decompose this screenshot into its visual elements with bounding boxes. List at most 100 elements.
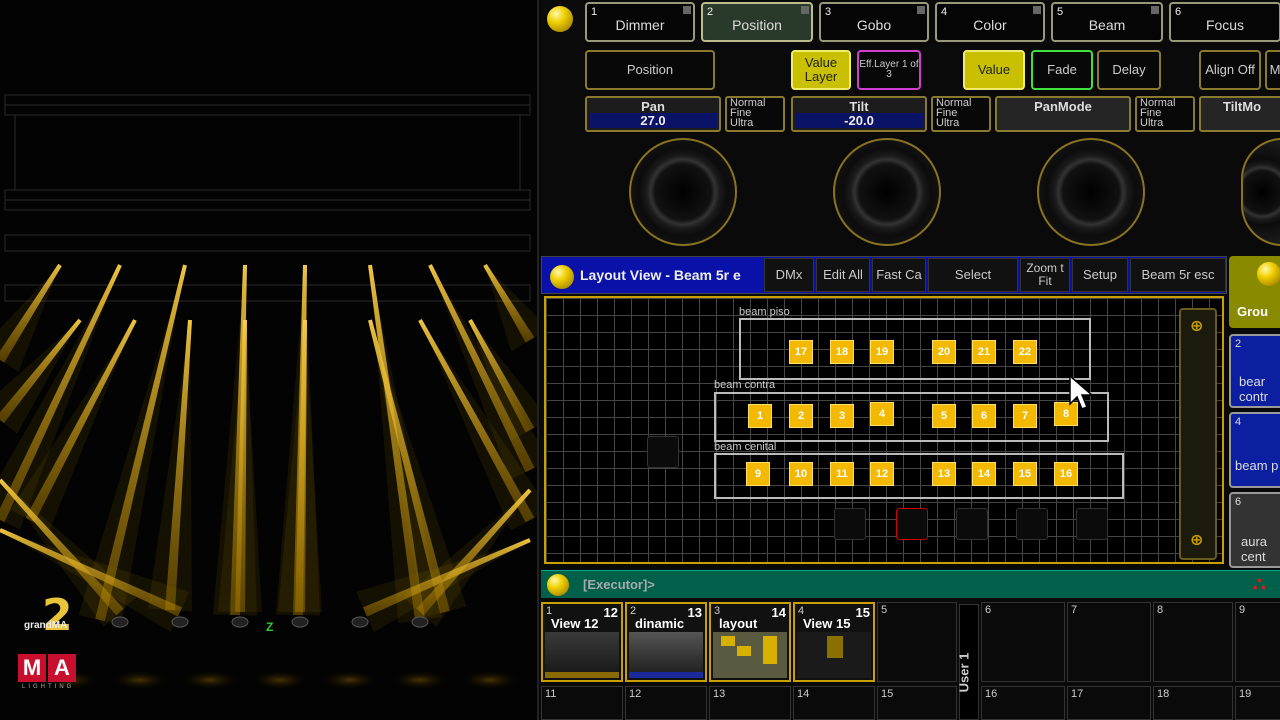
layout-object[interactable] <box>956 508 988 540</box>
fixture-7[interactable]: 7 <box>1013 404 1037 428</box>
tiltmode-knob[interactable] <box>1241 138 1280 246</box>
layout-grid[interactable]: beam piso beam contra beam cenital 17 18… <box>544 296 1224 564</box>
exec-num: 19 <box>1239 688 1252 700</box>
fixture-17[interactable]: 17 <box>789 340 813 364</box>
executor-11[interactable]: 11 <box>541 686 623 720</box>
executor-7[interactable]: 7 <box>1067 602 1151 682</box>
groups-header[interactable]: Grou <box>1229 256 1280 328</box>
pan-resolution[interactable]: Normal Fine Ultra <box>725 96 785 132</box>
layout-object-selected[interactable] <box>896 508 928 540</box>
value-layer-button[interactable]: Value Layer <box>791 50 851 90</box>
fixture-11[interactable]: 11 <box>830 462 854 486</box>
group-cell-4[interactable]: 4 beam p <box>1229 412 1280 488</box>
executor-1[interactable]: 1 12 View 12 <box>541 602 623 682</box>
executor-17[interactable]: 17 <box>1067 686 1151 720</box>
fixture-10[interactable]: 10 <box>789 462 813 486</box>
tab-position[interactable]: 2 Position <box>701 2 813 42</box>
tilt-resolution[interactable]: Normal Fine Ultra <box>931 96 991 132</box>
dmx-button[interactable]: DMx <box>764 258 814 292</box>
yellow-ball-icon[interactable] <box>547 574 569 596</box>
zoom-fit-button[interactable]: Zoom t Fit <box>1020 258 1070 292</box>
executor-8[interactable]: 8 <box>1153 602 1233 682</box>
layout-object[interactable] <box>1016 508 1048 540</box>
executor-13[interactable]: 13 <box>709 686 791 720</box>
fixture-2[interactable]: 2 <box>789 404 813 428</box>
fixture-1[interactable]: 1 <box>748 404 772 428</box>
fast-ca-button[interactable]: Fast Ca <box>872 258 926 292</box>
zoom-strip[interactable]: ⊕ ⊕ <box>1179 308 1217 560</box>
fixture-20[interactable]: 20 <box>932 340 956 364</box>
exec-num: 9 <box>1239 604 1246 616</box>
fade-button[interactable]: Fade <box>1031 50 1093 90</box>
command-line[interactable]: [Executor]> ⛬ <box>541 570 1280 598</box>
delay-button[interactable]: Delay <box>1097 50 1161 90</box>
executor-4[interactable]: 4 15 View 15 <box>793 602 875 682</box>
fixture-15[interactable]: 15 <box>1013 462 1037 486</box>
executor-12[interactable]: 12 <box>625 686 707 720</box>
select-button[interactable]: Select <box>928 258 1018 292</box>
executor-5[interactable]: 5 <box>877 602 957 682</box>
panmode-resolution[interactable]: Normal Fine Ultra <box>1135 96 1195 132</box>
exec-num: 12 <box>629 688 642 700</box>
executor-2[interactable]: 2 13 dinamic <box>625 602 707 682</box>
eff-layer-button[interactable]: Eff.Layer 1 of 3 <box>857 50 921 90</box>
stage-visualizer[interactable]: Z 2 grandMA M A LIGHTING <box>0 0 537 720</box>
edit-all-button[interactable]: Edit All <box>816 258 870 292</box>
value-button[interactable]: Value <box>963 50 1025 90</box>
zoom-in-icon[interactable]: ⊕ <box>1190 316 1208 335</box>
panmode-knob[interactable] <box>1037 138 1145 246</box>
fixture-6[interactable]: 6 <box>972 404 996 428</box>
executor-18[interactable]: 18 <box>1153 686 1233 720</box>
align-off-button[interactable]: Align Off <box>1199 50 1261 90</box>
executor-15[interactable]: 15 <box>877 686 957 720</box>
setup-button[interactable]: Setup <box>1072 258 1128 292</box>
tab-label: Color <box>973 17 1007 33</box>
fixture-12[interactable]: 12 <box>870 462 894 486</box>
executor-9[interactable]: 9 <box>1235 602 1280 682</box>
fixture-4[interactable]: 4 <box>870 402 894 426</box>
fixture-22[interactable]: 22 <box>1013 340 1037 364</box>
tilt-encoder[interactable]: Tilt -20.0 <box>791 96 927 132</box>
floor-fixture <box>111 616 129 628</box>
panmode-encoder[interactable]: PanMode <box>995 96 1131 132</box>
fixture-21[interactable]: 21 <box>972 340 996 364</box>
position-button[interactable]: Position <box>585 50 715 90</box>
fixture-18[interactable]: 18 <box>830 340 854 364</box>
group-cell-6[interactable]: 6 aura cent <box>1229 492 1280 568</box>
tiltmode-encoder[interactable]: TiltMo <box>1199 96 1280 132</box>
executor-6[interactable]: 6 <box>981 602 1065 682</box>
tilt-value: -20.0 <box>795 113 923 128</box>
beam-esc-button[interactable]: Beam 5r esc <box>1130 258 1226 292</box>
tab-dimmer[interactable]: 1 Dimmer <box>585 2 695 42</box>
executor-3[interactable]: 3 14 layout <box>709 602 791 682</box>
panmode-title: PanMode <box>1034 99 1092 114</box>
layout-object[interactable] <box>1076 508 1108 540</box>
fixture-14[interactable]: 14 <box>972 462 996 486</box>
yellow-ball-icon[interactable] <box>1257 262 1280 286</box>
network-icon[interactable]: ⛬ <box>1253 573 1266 594</box>
executor-19[interactable]: 19 <box>1235 686 1280 720</box>
yellow-ball-icon[interactable] <box>547 6 573 32</box>
yellow-ball-icon[interactable] <box>550 265 574 289</box>
fixture-3[interactable]: 3 <box>830 404 854 428</box>
more-button[interactable]: M <box>1265 50 1280 90</box>
group-cell-2[interactable]: 2 bear contr <box>1229 334 1280 408</box>
tilt-knob[interactable] <box>833 138 941 246</box>
pan-knob[interactable] <box>629 138 737 246</box>
fixture-16[interactable]: 16 <box>1054 462 1078 486</box>
fixture-9[interactable]: 9 <box>746 462 770 486</box>
pan-encoder[interactable]: Pan 27.0 <box>585 96 721 132</box>
fixture-19[interactable]: 19 <box>870 340 894 364</box>
fixture-5[interactable]: 5 <box>932 404 956 428</box>
executor-16[interactable]: 16 <box>981 686 1065 720</box>
layout-object[interactable] <box>647 436 679 468</box>
tab-color[interactable]: 4 Color <box>935 2 1045 42</box>
tab-gobo[interactable]: 3 Gobo <box>819 2 929 42</box>
tab-focus[interactable]: 6 Focus <box>1169 2 1280 42</box>
zoom-out-icon[interactable]: ⊕ <box>1190 530 1208 549</box>
fixture-13[interactable]: 13 <box>932 462 956 486</box>
group-box-beam-contra[interactable] <box>714 392 1109 442</box>
tab-beam[interactable]: 5 Beam <box>1051 2 1163 42</box>
executor-14[interactable]: 14 <box>793 686 875 720</box>
layout-object[interactable] <box>834 508 866 540</box>
